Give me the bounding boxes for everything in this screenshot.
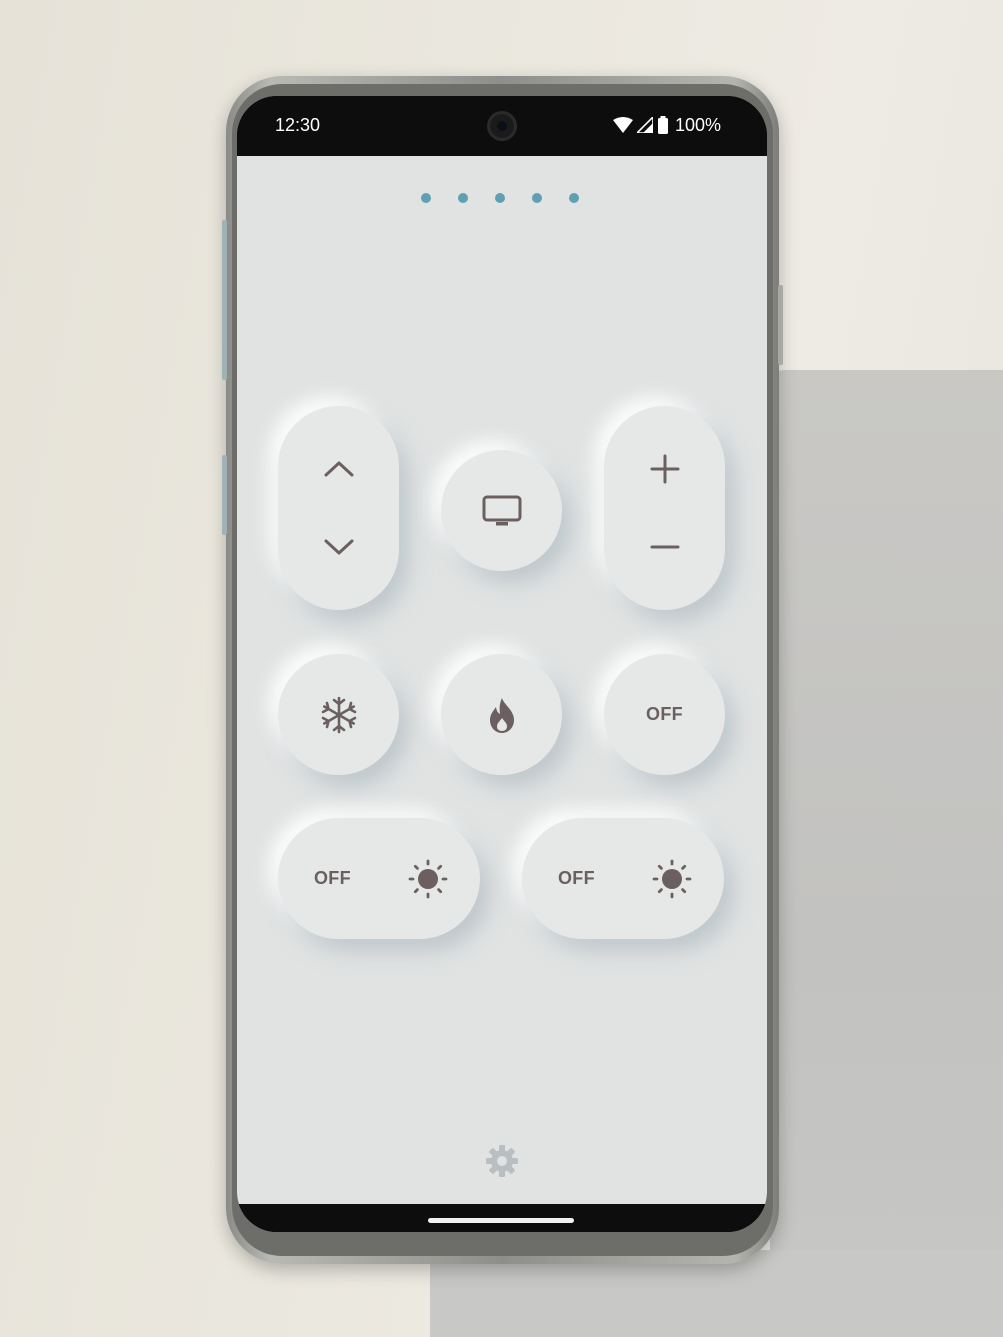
sun-icon xyxy=(408,859,448,898)
navigation-bar xyxy=(237,1204,767,1232)
battery-icon xyxy=(658,116,668,134)
flame-icon xyxy=(489,697,514,733)
ac-off-label: OFF xyxy=(646,704,683,724)
light-2-on-button[interactable] xyxy=(652,859,692,899)
settings-button[interactable] xyxy=(485,1144,519,1178)
wifi-icon xyxy=(613,117,633,133)
volume-down-button[interactable] xyxy=(649,531,681,563)
page-dot-3[interactable] xyxy=(495,193,505,203)
remote-app: OFF OFF OFF xyxy=(237,156,767,1204)
side-button-left-bottom xyxy=(222,455,227,535)
light-2-off-button[interactable]: OFF xyxy=(558,868,595,889)
ac-off-button[interactable]: OFF xyxy=(604,654,725,775)
snowflake-icon xyxy=(321,696,356,733)
page-dot-5[interactable] xyxy=(569,193,579,203)
channel-down-button[interactable] xyxy=(323,537,355,557)
page-dot-2[interactable] xyxy=(458,193,468,203)
tv-power-button[interactable] xyxy=(441,450,562,571)
sun-icon xyxy=(652,859,692,898)
battery-percent: 100% xyxy=(675,114,722,135)
light-2-control: OFF xyxy=(522,818,724,939)
phone-screen: 12:30 100% OFF OFF OFF xyxy=(237,96,767,1232)
status-icons: 100% xyxy=(613,114,721,136)
status-time: 12:30 xyxy=(275,115,321,135)
page-indicator xyxy=(421,193,579,203)
side-button-right xyxy=(778,285,783,365)
minus-icon xyxy=(650,545,679,549)
home-handle[interactable] xyxy=(428,1218,574,1223)
channel-rocker xyxy=(278,406,399,610)
cell-signal-icon xyxy=(637,117,653,133)
light-1-off-button[interactable]: OFF xyxy=(314,868,351,889)
page-dot-4[interactable] xyxy=(532,193,542,203)
status-bar: 12:30 100% xyxy=(237,96,767,156)
wall-shadow xyxy=(770,370,1003,1337)
volume-rocker xyxy=(604,406,725,610)
cool-mode-button[interactable] xyxy=(278,654,399,775)
volume-up-button[interactable] xyxy=(649,453,681,485)
chevron-up-icon xyxy=(324,461,353,477)
light-1-on-button[interactable] xyxy=(408,859,448,899)
chevron-down-icon xyxy=(324,539,353,555)
page-dot-1[interactable] xyxy=(421,193,431,203)
gear-icon xyxy=(486,1145,518,1177)
side-button-left-top xyxy=(222,220,227,380)
heat-mode-button[interactable] xyxy=(441,654,562,775)
channel-up-button[interactable] xyxy=(323,459,355,479)
light-1-control: OFF xyxy=(278,818,480,939)
plus-icon xyxy=(650,454,679,484)
front-camera xyxy=(487,111,517,141)
tv-icon xyxy=(482,495,521,525)
